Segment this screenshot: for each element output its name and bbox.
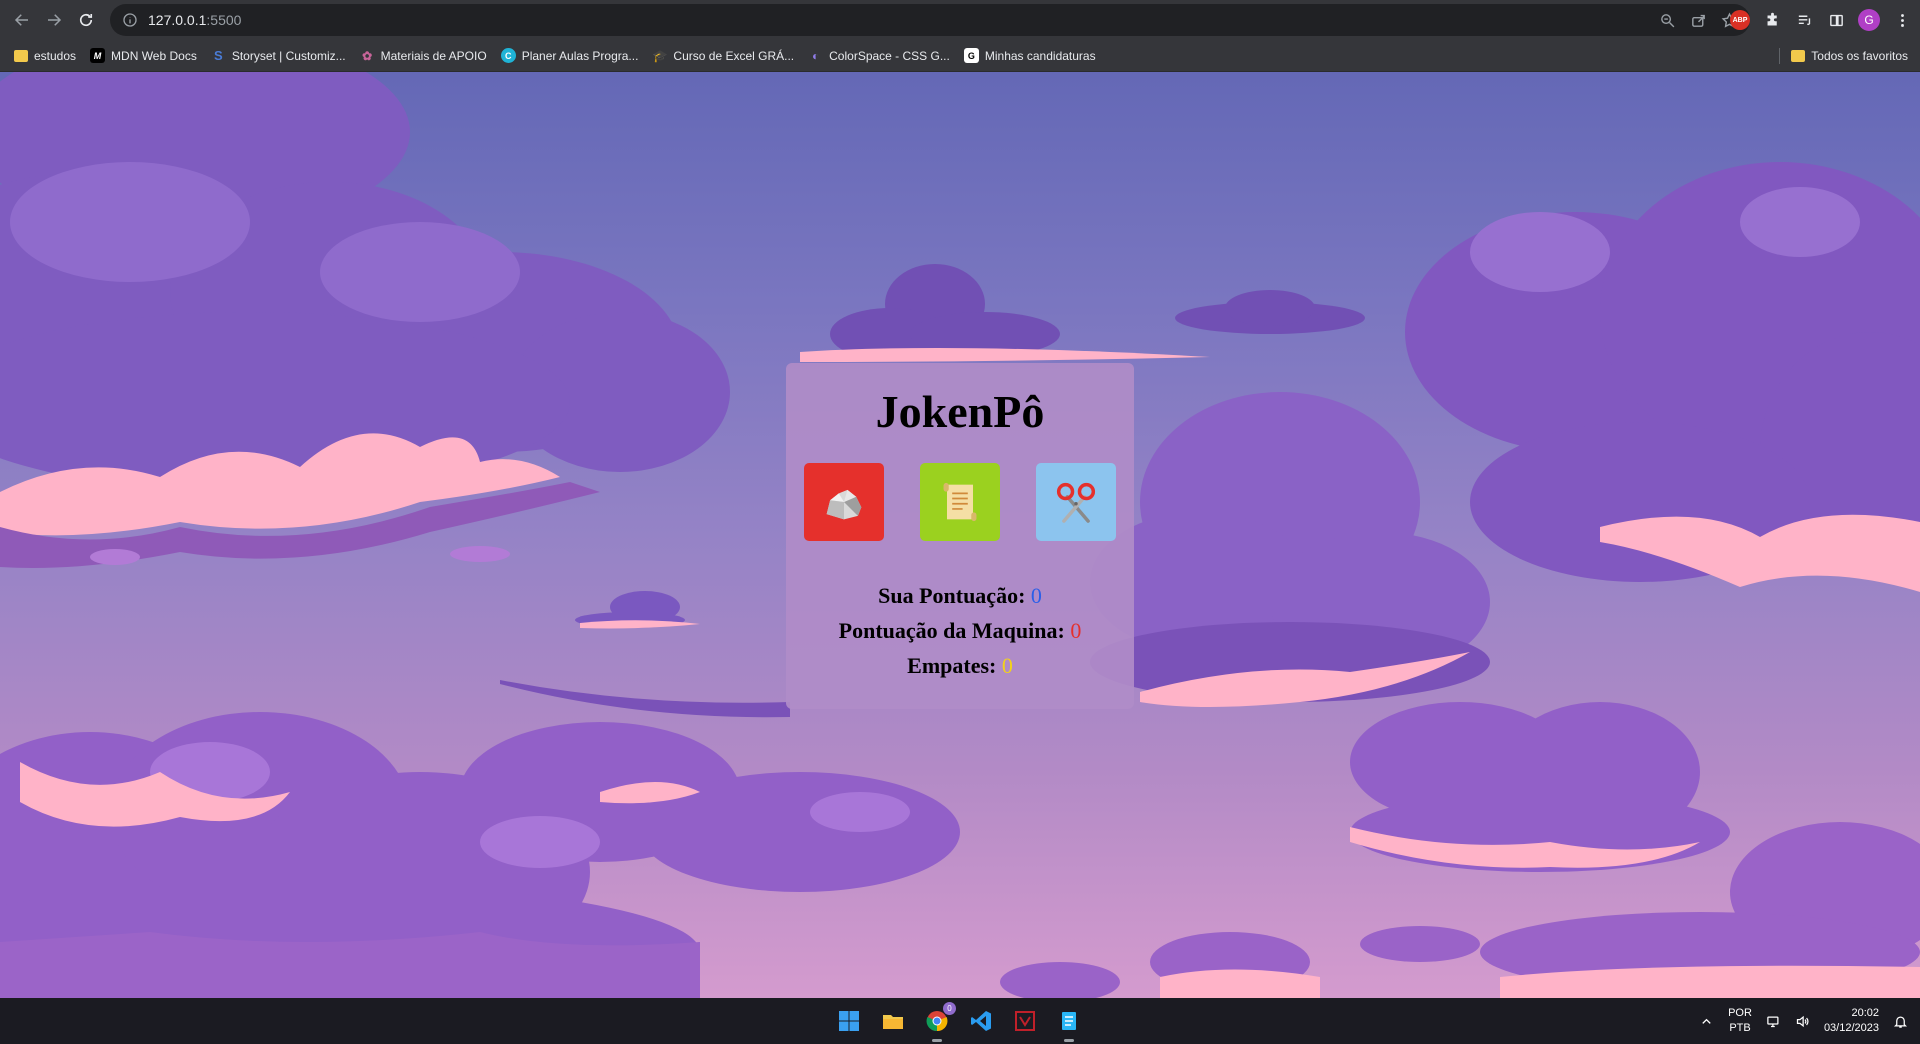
arrow-left-icon [14,14,28,26]
side-panel-icon[interactable] [1826,10,1846,30]
player-score: Sua Pontuação: 0 [786,583,1134,609]
browser-toolbar: 127.0.0.1:5500 ABP G [0,0,1920,40]
all-bookmarks-label: Todos os favoritos [1811,49,1908,63]
machine-score-label: Pontuação da Maquina: [838,618,1065,643]
canva-icon: C [500,48,516,63]
bookmark-label: estudos [34,48,77,63]
clock-date: 03/12/2023 [1823,1022,1879,1034]
paper-button[interactable] [920,463,1000,541]
vscode-button[interactable] [966,1006,996,1036]
all-bookmarks-folder[interactable]: Todos os favoritos [1791,40,1908,72]
game-card: JokenPô Sua Pontuação: 0 Pontuação da Ma… [786,363,1134,709]
bookmark-colorspace[interactable]: ◐ ColorSpace - CSS G... [808,48,950,63]
windows-start-icon [839,1011,859,1031]
zoom-icon[interactable] [1659,12,1676,29]
bookmarks-divider [1779,48,1780,64]
draws-score-label: Empates: [907,653,997,678]
notepad-button[interactable] [1054,1006,1084,1042]
reload-icon [79,13,93,27]
forward-button[interactable] [38,4,70,36]
chevron-up-icon[interactable] [1699,1014,1714,1029]
url-port: :5500 [206,12,242,28]
bookmark-label: Minhas candidaturas [984,48,1096,63]
chrome-badge: 0 [943,1002,956,1015]
running-indicator [932,1039,942,1042]
machine-score-value: 0 [1070,618,1082,643]
storyset-icon: S [213,48,223,63]
page-viewport: JokenPô Sua Pontuação: 0 Pontuação da Ma… [0,72,1920,998]
bookmark-label: MDN Web Docs [111,48,197,63]
machine-score: Pontuação da Maquina: 0 [786,618,1134,644]
extensions-area: ABP G [1730,4,1912,36]
profile-avatar[interactable]: G [1858,9,1880,31]
graduation-cap-icon: 🎓 [652,48,668,63]
reload-button[interactable] [70,4,102,36]
url-host: 127.0.0.1 [148,12,207,28]
folder-icon [14,49,28,62]
volume-icon[interactable] [1795,1014,1810,1029]
player-score-label: Sua Pontuação: [878,583,1026,608]
running-indicator [1064,1039,1074,1042]
bookmark-storyset[interactable]: S Storyset | Customiz... [211,48,346,63]
back-button[interactable] [6,4,38,36]
arrow-right-icon [48,14,62,26]
file-explorer-icon [883,1015,903,1029]
bookmark-mdn[interactable]: M MDN Web Docs [90,48,197,63]
share-icon[interactable] [1690,12,1707,29]
taskbar-app-button[interactable] [1010,1006,1040,1036]
address-bar[interactable]: 127.0.0.1:5500 [110,4,1750,36]
mdn-icon: M [90,48,106,63]
language-indicator[interactable]: POR PTB [1728,1006,1752,1036]
windows-taskbar: 0 POR PTB 20:02 03/12/2023 [0,998,1920,1044]
start-button[interactable] [834,1006,864,1036]
extensions-puzzle-icon[interactable] [1762,10,1782,30]
file-explorer-button[interactable] [878,1006,908,1036]
materials-icon: ✿ [362,48,373,63]
paper-scroll-icon [943,482,977,522]
bookmark-label: Curso de Excel GRÁ... [673,48,795,63]
bookmark-label: ColorSpace - CSS G... [829,48,950,63]
menu-dots-icon[interactable] [1892,10,1912,30]
vscode-icon [971,1011,991,1031]
address-bar-actions [1659,4,1738,36]
bookmark-materiais[interactable]: ✿ Materiais de APOIO [360,48,487,63]
system-tray: POR PTB 20:02 03/12/2023 [1699,998,1908,1044]
taskbar-apps: 0 [834,998,1084,1044]
draws-score: Empates: 0 [786,653,1134,679]
rock-button[interactable] [804,463,884,541]
lang-bottom: PTB [1729,1022,1751,1034]
clock[interactable]: 20:02 03/12/2023 [1824,1006,1879,1036]
network-icon[interactable] [1766,1014,1781,1029]
folder-icon [1791,50,1806,62]
rock-icon [826,489,862,520]
notepad-icon [1062,1012,1076,1030]
draws-score-value: 0 [1001,653,1013,678]
bookmark-estudos[interactable]: estudos [14,49,76,63]
lang-top: POR [1728,1007,1752,1019]
bookmark-planer[interactable]: C Planer Aulas Progra... [500,48,639,63]
app-icon [1015,1011,1035,1031]
bookmark-label: Storyset | Customiz... [231,48,346,63]
reading-list-icon[interactable] [1794,10,1814,30]
game-title: JokenPô [875,386,1045,437]
bookmark-label: Materiais de APOIO [380,48,487,63]
candidaturas-icon: G [963,48,979,63]
clock-time: 20:02 [1851,1007,1879,1019]
info-icon [123,13,137,27]
colorspace-icon: ◐ [812,48,820,63]
chrome-button[interactable]: 0 [922,1002,956,1042]
bookmark-label: Planer Aulas Progra... [521,48,639,63]
bookmark-excel[interactable]: 🎓 Curso de Excel GRÁ... [652,48,794,63]
scissors-button[interactable] [1036,463,1116,541]
adblock-icon[interactable]: ABP [1730,10,1750,30]
player-score-value: 0 [1030,583,1042,608]
bookmark-candidaturas[interactable]: G Minhas candidaturas [963,48,1096,63]
scissors-icon [1056,482,1096,523]
bookmarks-bar: estudos M MDN Web Docs S Storyset | Cust… [0,40,1920,72]
notification-bell-icon[interactable] [1893,1014,1908,1029]
